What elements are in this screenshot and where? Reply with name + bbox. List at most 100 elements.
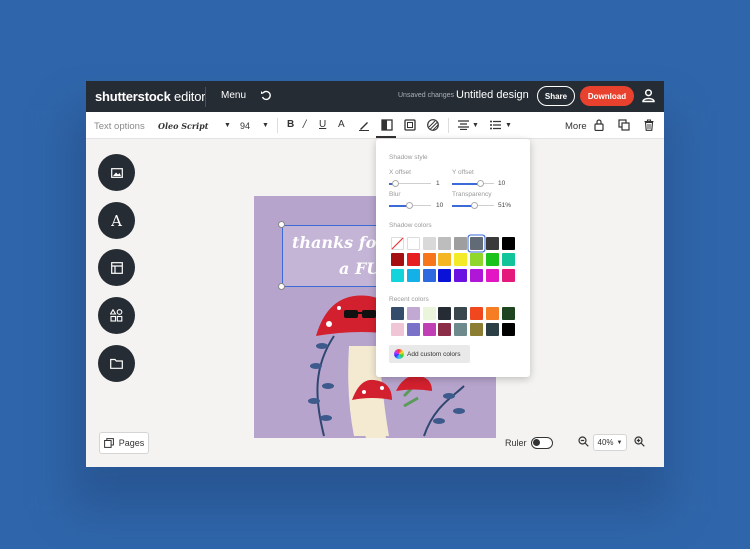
color-swatch[interactable] bbox=[470, 307, 483, 320]
color-swatch[interactable] bbox=[438, 237, 452, 250]
x-offset-label: X offset bbox=[389, 169, 411, 176]
design-title[interactable]: Untitled design bbox=[456, 89, 529, 101]
color-swatch[interactable] bbox=[406, 323, 420, 336]
color-swatch[interactable] bbox=[422, 323, 436, 336]
color-swatch[interactable] bbox=[391, 253, 404, 266]
more-button[interactable]: More bbox=[565, 121, 587, 132]
slider-knob[interactable] bbox=[477, 180, 484, 187]
no-color-swatch[interactable] bbox=[391, 237, 404, 250]
color-swatch[interactable] bbox=[422, 307, 436, 320]
add-custom-colors-button[interactable]: Add custom colors bbox=[389, 345, 470, 363]
folder-icon[interactable] bbox=[98, 345, 135, 382]
color-swatch[interactable] bbox=[438, 307, 452, 320]
color-swatch[interactable] bbox=[438, 269, 452, 282]
zoom-level-select[interactable]: 40% ▼ bbox=[593, 434, 627, 451]
color-swatch[interactable] bbox=[485, 269, 499, 282]
font-size-select[interactable]: 94 bbox=[240, 121, 250, 131]
lock-icon[interactable] bbox=[594, 119, 604, 134]
italic-icon[interactable]: / bbox=[303, 119, 306, 130]
color-swatch[interactable] bbox=[485, 253, 499, 266]
color-swatch[interactable] bbox=[406, 237, 420, 250]
text-shadow-icon[interactable] bbox=[381, 119, 393, 134]
undo-icon[interactable] bbox=[260, 89, 272, 104]
templates-icon[interactable] bbox=[98, 249, 135, 286]
color-swatch[interactable] bbox=[501, 269, 515, 282]
color-swatch[interactable] bbox=[485, 307, 499, 320]
y-offset-slider[interactable] bbox=[452, 180, 494, 187]
align-chevron-icon[interactable]: ▼ bbox=[472, 122, 479, 129]
color-swatch[interactable] bbox=[470, 269, 483, 282]
font-family-select[interactable]: Oleo Script bbox=[158, 121, 208, 131]
canvas-text-line-1[interactable]: thanks for bbox=[292, 233, 385, 252]
underline-icon[interactable]: U bbox=[319, 119, 326, 130]
zoom-value: 40% bbox=[597, 438, 614, 447]
color-swatch[interactable] bbox=[422, 269, 436, 282]
color-swatch[interactable] bbox=[454, 237, 468, 250]
color-swatch[interactable] bbox=[406, 253, 420, 266]
transparency-slider[interactable] bbox=[452, 202, 494, 209]
share-button[interactable]: Share bbox=[537, 86, 575, 106]
color-swatch[interactable] bbox=[501, 253, 515, 266]
trash-icon[interactable] bbox=[644, 119, 654, 134]
slider-knob[interactable] bbox=[471, 202, 478, 209]
duplicate-icon[interactable] bbox=[618, 119, 630, 134]
add-custom-colors-label: Add custom colors bbox=[407, 350, 461, 358]
color-swatch[interactable] bbox=[501, 237, 515, 250]
color-swatch[interactable] bbox=[391, 269, 404, 282]
blur-slider[interactable] bbox=[389, 202, 431, 209]
download-button[interactable]: Download bbox=[580, 86, 634, 106]
canvas-text-line-2[interactable]: a FU bbox=[339, 259, 380, 278]
color-swatch[interactable] bbox=[501, 307, 515, 320]
text-color-icon[interactable]: A bbox=[338, 119, 345, 130]
color-swatch[interactable] bbox=[406, 307, 420, 320]
color-swatch[interactable] bbox=[438, 323, 452, 336]
font-dropdown-chevron-icon[interactable]: ▼ bbox=[224, 122, 231, 129]
color-swatch[interactable] bbox=[454, 253, 468, 266]
texture-pattern-icon[interactable] bbox=[427, 119, 439, 134]
elements-shapes-icon[interactable] bbox=[98, 297, 135, 334]
color-swatch[interactable] bbox=[485, 237, 499, 250]
color-swatch[interactable] bbox=[438, 253, 452, 266]
color-swatch[interactable] bbox=[470, 237, 483, 250]
user-account-icon[interactable] bbox=[641, 88, 656, 108]
y-offset-label: Y offset bbox=[452, 169, 474, 176]
color-swatch[interactable] bbox=[391, 323, 404, 336]
color-wheel-icon bbox=[394, 349, 404, 359]
pages-button[interactable]: Pages bbox=[99, 432, 149, 454]
bold-icon[interactable]: B bbox=[287, 119, 294, 130]
color-swatch[interactable] bbox=[454, 307, 468, 320]
menu-button[interactable]: Menu bbox=[221, 90, 246, 101]
y-offset-value: 10 bbox=[498, 180, 506, 187]
color-swatch[interactable] bbox=[454, 323, 468, 336]
zoom-out-icon[interactable] bbox=[578, 436, 589, 450]
text-align-icon[interactable] bbox=[458, 120, 469, 133]
shutterstock-editor-logo[interactable]: shutterstock editor bbox=[95, 89, 206, 104]
highlighter-icon[interactable] bbox=[358, 119, 370, 134]
resize-handle[interactable] bbox=[278, 283, 285, 290]
color-swatch[interactable] bbox=[470, 323, 483, 336]
font-size-chevron-icon[interactable]: ▼ bbox=[262, 122, 269, 129]
shadow-colors-heading: Shadow colors bbox=[389, 222, 432, 229]
resize-handle[interactable] bbox=[278, 221, 285, 228]
color-swatch[interactable] bbox=[391, 307, 404, 320]
color-swatch[interactable] bbox=[454, 269, 468, 282]
text-tool-icon[interactable]: A bbox=[98, 202, 135, 239]
slider-knob[interactable] bbox=[406, 202, 413, 209]
x-offset-slider[interactable] bbox=[389, 180, 431, 187]
color-swatch[interactable] bbox=[501, 323, 515, 336]
color-swatch[interactable] bbox=[422, 253, 436, 266]
images-icon[interactable] bbox=[98, 154, 135, 191]
color-swatch[interactable] bbox=[470, 253, 483, 266]
color-swatch[interactable] bbox=[406, 269, 420, 282]
color-swatch[interactable] bbox=[485, 323, 499, 336]
ruler-toggle[interactable] bbox=[531, 437, 553, 449]
logo-editor: editor bbox=[170, 89, 206, 104]
list-chevron-icon[interactable]: ▼ bbox=[505, 122, 512, 129]
slider-knob[interactable] bbox=[392, 180, 399, 187]
zoom-in-icon[interactable] bbox=[634, 436, 645, 450]
list-icon[interactable] bbox=[490, 120, 501, 133]
divider bbox=[205, 87, 206, 107]
color-swatch[interactable] bbox=[422, 237, 436, 250]
text-outline-icon[interactable] bbox=[404, 119, 416, 134]
shadow-style-heading: Shadow style bbox=[389, 154, 428, 161]
